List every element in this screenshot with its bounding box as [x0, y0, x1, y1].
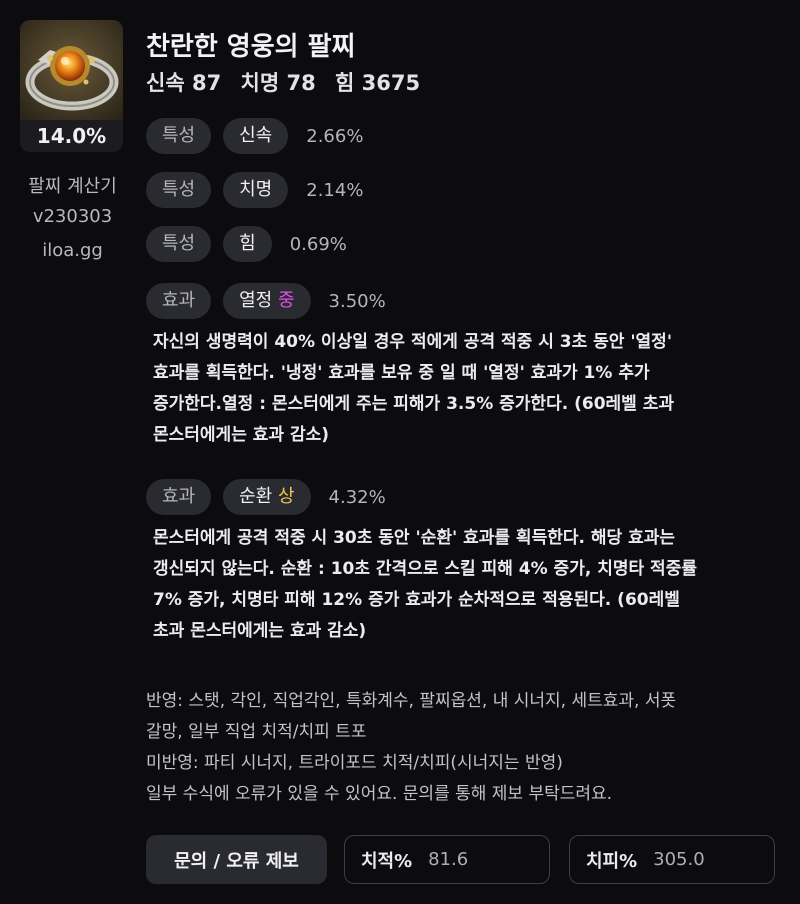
- crit-damage-input[interactable]: 305.0: [653, 849, 705, 870]
- report-error-button[interactable]: 문의 / 오류 제보: [146, 835, 327, 884]
- effect-grade: 중: [277, 290, 295, 311]
- effect-percent: 3.50%: [328, 290, 386, 312]
- bracelet-icon: [20, 20, 123, 120]
- effect-kind-badge: 효과: [146, 283, 212, 319]
- footnote-line: 갈망, 일부 직업 치적/치피 트포: [146, 722, 367, 742]
- crit-rate-field[interactable]: 치적% 81.6: [344, 835, 550, 884]
- effect-grade: 상: [277, 486, 295, 507]
- description-line: 갱신되지 않는다. 순환 : 10초 간격으로 스킬 피해 4% 증가, 치명타…: [153, 559, 697, 579]
- crit-rate-label: 치적%: [361, 850, 413, 872]
- effect-kind-badge: 특성: [146, 226, 212, 262]
- effect-percent: 2.14%: [306, 179, 364, 201]
- effect-name-badge: 순환 상: [223, 479, 311, 515]
- effect-kind-badge: 특성: [146, 172, 212, 208]
- crit-damage-field[interactable]: 치피% 305.0: [569, 835, 775, 884]
- passion-description: 자신의 생명력이 40% 이상일 경우 적에게 공격 적중 시 3초 동안 '열…: [153, 327, 773, 451]
- effect-row: 특성 신속 2.66%: [146, 118, 363, 154]
- effect-name: 열정: [239, 290, 273, 311]
- description-line: 효과를 획득한다. '냉정' 효과를 보유 중 일 때 '열정' 효과가 1% …: [153, 363, 650, 383]
- effect-percent: 2.66%: [306, 125, 364, 147]
- description-line: 7% 증가, 치명타 피해 12% 증가 효과가 순차적으로 적용된다. (60…: [153, 590, 680, 610]
- calculator-name: 팔찌 계산기: [28, 176, 117, 197]
- item-stats: 신속 87 치명 78 힘 3675: [146, 67, 432, 97]
- effect-row: 효과 순환 상 4.32%: [146, 479, 386, 515]
- cycle-description: 몬스터에게 공격 적중 시 30초 동안 '순환' 효과를 획득한다. 해당 효…: [153, 523, 773, 647]
- footnote-line: 반영: 스탯, 각인, 직업각인, 특화계수, 팔찌옵션, 내 시너지, 세트효…: [146, 691, 677, 711]
- effect-kind-badge: 특성: [146, 118, 212, 154]
- site-link[interactable]: iloa.gg: [20, 240, 125, 261]
- item-title: 찬란한 영웅의 팔찌: [146, 32, 356, 62]
- effect-percent: 0.69%: [289, 233, 347, 255]
- effect-kind-badge: 효과: [146, 479, 212, 515]
- effect-row: 특성 치명 2.14%: [146, 172, 363, 208]
- effect-name-badge: 치명: [223, 172, 289, 208]
- effect-row: 효과 열정 중 3.50%: [146, 283, 386, 319]
- effect-name-badge: 신속: [223, 118, 289, 154]
- version-label: v230303: [32, 206, 113, 227]
- effect-name-badge: 힘: [223, 226, 272, 262]
- item-percent: 14.0%: [20, 120, 123, 152]
- description-line: 자신의 생명력이 40% 이상일 경우 적에게 공격 적중 시 3초 동안 '열…: [153, 332, 673, 352]
- stat-strength: 힘 3675: [335, 71, 421, 95]
- footnotes: 반영: 스탯, 각인, 직업각인, 특화계수, 팔찌옵션, 내 시너지, 세트효…: [146, 686, 776, 810]
- description-line: 증가한다.열정 : 몬스터에게 주는 피해가 3.5% 증가한다. (60레벨 …: [153, 394, 674, 414]
- effect-name: 순환: [239, 486, 273, 507]
- crit-rate-input[interactable]: 81.6: [428, 849, 468, 870]
- footnote-line: 일부 수식에 오류가 있을 수 있어요. 문의를 통해 제보 부탁드려요.: [146, 784, 613, 804]
- stat-swiftness: 신속 87: [146, 71, 222, 95]
- effect-row: 특성 힘 0.69%: [146, 226, 347, 262]
- footnote-line: 미반영: 파티 시너지, 트라이포드 치적/치피(시너지는 반영): [146, 753, 563, 773]
- description-line: 몬스터에게 공격 적중 시 30초 동안 '순환' 효과를 획득한다. 해당 효…: [153, 528, 675, 548]
- crit-damage-label: 치피%: [586, 850, 638, 872]
- description-line: 몬스터에게는 효과 감소): [153, 425, 330, 445]
- effect-name-badge: 열정 중: [223, 283, 311, 319]
- effect-percent: 4.32%: [328, 486, 386, 508]
- bracelet-thumbnail: 14.0%: [20, 20, 123, 152]
- description-line: 초과 몬스터에게는 효과 감소): [153, 621, 367, 641]
- stat-crit: 치명 78: [240, 71, 316, 95]
